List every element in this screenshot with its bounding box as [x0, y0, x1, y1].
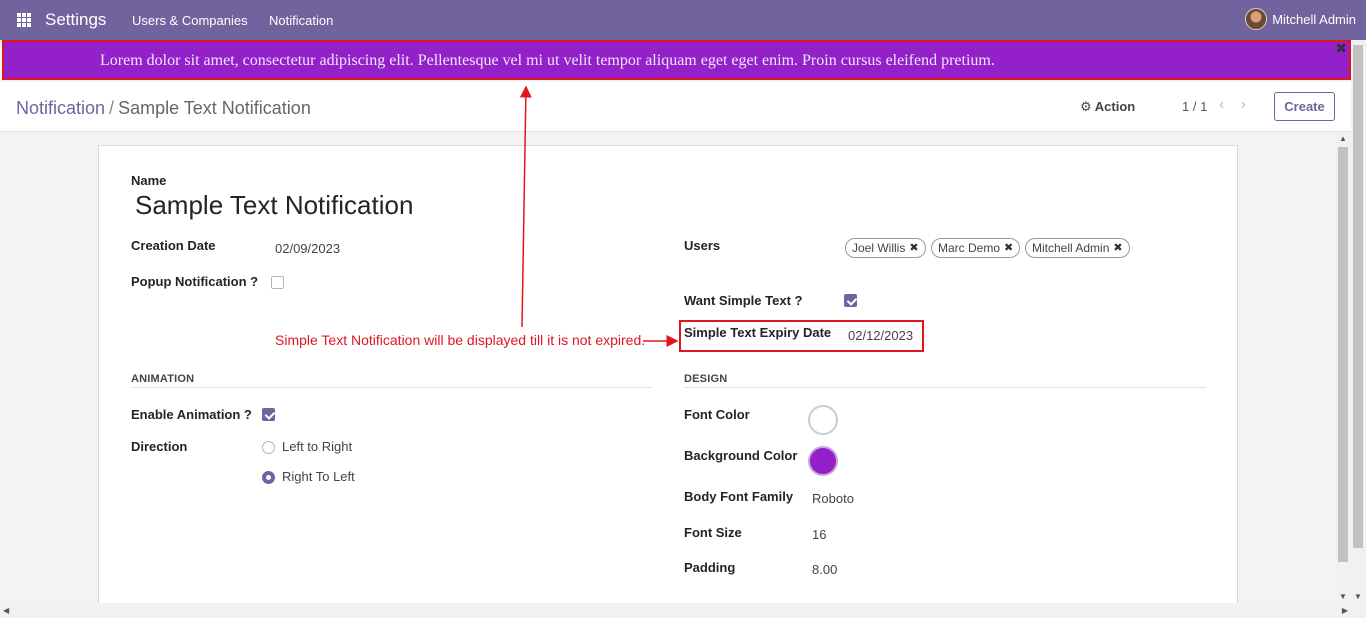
users-label: Users [684, 238, 721, 253]
scroll-down-icon[interactable]: ▼ [1354, 592, 1362, 601]
user-menu[interactable]: Mitchell Admin [1245, 8, 1356, 30]
padding-label: Padding [684, 560, 736, 575]
animation-section-title: ANIMATION [131, 373, 195, 385]
apps-menu-icon[interactable] [17, 13, 31, 27]
direction-option-label: Right To Left [282, 469, 355, 484]
close-icon[interactable]: ✖ [1335, 40, 1347, 57]
user-tag[interactable]: Mitchell Admin ✖ [1025, 238, 1130, 258]
creation-date-label: Creation Date [131, 238, 216, 253]
action-label: Action [1094, 99, 1136, 114]
control-panel: Notification / Sample Text Notification ⚙ … [0, 82, 1351, 132]
name-field[interactable]: Sample Text Notification [135, 190, 413, 221]
user-tag[interactable]: Marc Demo ✖ [931, 238, 1021, 258]
direction-left-to-right-radio[interactable] [262, 441, 275, 454]
body-font-family-field[interactable]: Roboto [812, 491, 854, 506]
notification-banner: Lorem dolor sit amet, consectetur adipis… [2, 40, 1351, 80]
horizontal-scrollbar[interactable]: ◀ ▶ [0, 603, 1366, 618]
background-color-picker[interactable] [808, 446, 838, 476]
breadcrumb-parent[interactable]: Notification [16, 98, 105, 118]
body-font-family-label: Body Font Family [684, 489, 794, 504]
font-color-picker[interactable] [808, 405, 838, 435]
name-label: Name [131, 173, 167, 188]
user-tag-label: Mitchell Admin [1032, 241, 1110, 255]
app-brand[interactable]: Settings [45, 10, 106, 30]
action-button[interactable]: ⚙ Action [1080, 99, 1135, 115]
user-name: Mitchell Admin [1272, 11, 1356, 27]
scroll-left-icon[interactable]: ◀ [3, 606, 9, 615]
direction-label: Direction [131, 439, 188, 454]
padding-field[interactable]: 8.00 [812, 562, 837, 577]
menu-notification[interactable]: Notification [269, 13, 333, 28]
breadcrumb-current: Sample Text Notification [118, 98, 311, 118]
creation-date-field[interactable]: 02/09/2023 [275, 241, 340, 256]
font-size-label: Font Size [684, 525, 742, 540]
enable-animation-label: Enable Animation ? [131, 407, 252, 422]
close-icon[interactable]: ✖ [909, 239, 918, 257]
scroll-up-icon[interactable]: ▲ [1339, 134, 1347, 143]
section-divider [684, 387, 1206, 388]
scrollbar-thumb[interactable] [1338, 147, 1348, 562]
breadcrumb: Notification / Sample Text Notification [16, 98, 311, 119]
create-button[interactable]: Create [1274, 92, 1335, 121]
background-color-label: Background Color [684, 448, 798, 463]
want-simple-text-label: Want Simple Text ? [684, 293, 803, 308]
close-icon[interactable]: ✖ [1113, 239, 1122, 257]
section-divider [131, 387, 652, 388]
pager-arrows: ‹ › [1219, 96, 1246, 114]
enable-animation-checkbox[interactable] [262, 408, 275, 421]
want-simple-text-checkbox[interactable] [844, 294, 857, 307]
chevron-left-icon[interactable]: ‹ [1219, 96, 1224, 113]
font-size-field[interactable]: 16 [812, 527, 826, 542]
direction-option-label: Left to Right [282, 439, 353, 454]
close-icon[interactable]: ✖ [1004, 239, 1013, 257]
gear-icon: ⚙ [1080, 99, 1092, 114]
user-tag[interactable]: Joel Willis ✖ [845, 238, 926, 258]
breadcrumb-separator: / [109, 98, 115, 118]
banner-text: Lorem dolor sit amet, consectetur adipis… [100, 52, 995, 69]
design-section-title: DESIGN [684, 373, 728, 385]
font-color-label: Font Color [684, 407, 750, 422]
scroll-right-icon[interactable]: ▶ [1342, 606, 1348, 615]
annotation-text: Simple Text Notification will be display… [275, 332, 646, 348]
top-navbar: Settings Users & Companies Notification … [0, 0, 1366, 40]
avatar [1245, 8, 1268, 30]
popup-notification-label: Popup Notification ? [131, 274, 259, 289]
user-tag-label: Marc Demo [938, 241, 1001, 255]
scroll-down-icon[interactable]: ▼ [1339, 592, 1347, 601]
direction-right-to-left-radio[interactable] [262, 471, 275, 484]
chevron-right-icon[interactable]: › [1241, 96, 1246, 113]
annotation-highlight-box [679, 320, 924, 352]
form-sheet: Name Sample Text Notification Creation D… [98, 145, 1238, 615]
form-scrollbar[interactable]: ▲ ▼ [1336, 132, 1351, 603]
user-tag-label: Joel Willis [852, 241, 906, 255]
pager-value[interactable]: 1 / 1 [1182, 99, 1207, 114]
page-scrollbar[interactable]: ▼ [1351, 40, 1366, 603]
popup-notification-checkbox[interactable] [271, 276, 284, 289]
scrollbar-thumb[interactable] [1353, 45, 1363, 548]
menu-users-companies[interactable]: Users & Companies [132, 13, 248, 28]
